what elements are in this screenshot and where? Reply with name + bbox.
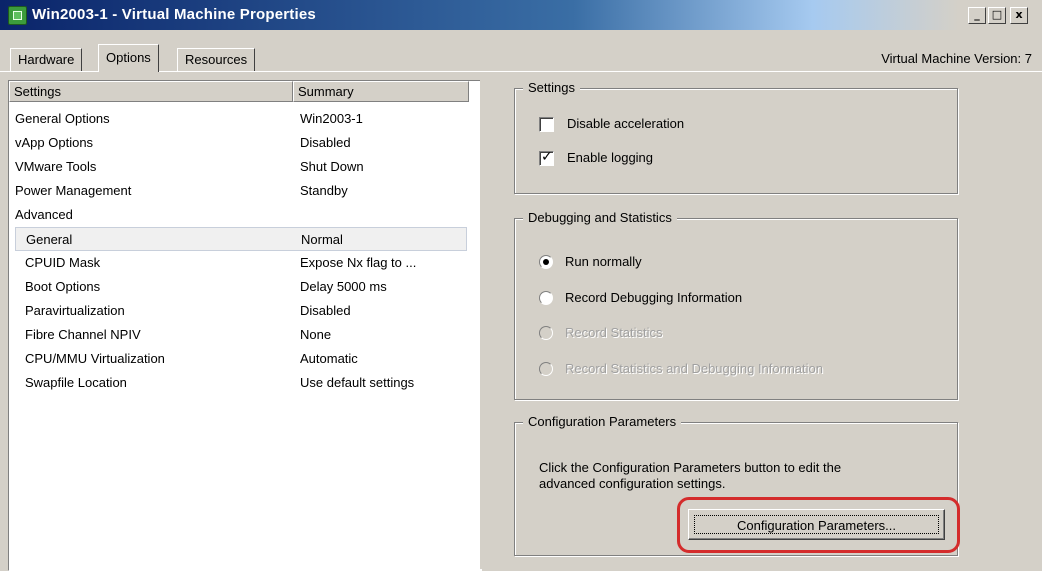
row-setting: Power Management bbox=[15, 183, 132, 198]
list-row-swapfile-location[interactable]: Swapfile Location Use default settings bbox=[9, 371, 469, 395]
vm-icon bbox=[8, 6, 27, 25]
list-header: Settings Summary bbox=[9, 81, 481, 102]
list-row-advanced[interactable]: Advanced bbox=[9, 203, 469, 227]
configuration-parameters-button-label: Configuration Parameters... bbox=[694, 515, 939, 534]
row-summary: Standby bbox=[300, 183, 348, 198]
configuration-parameters-button[interactable]: Configuration Parameters... bbox=[688, 509, 945, 540]
settings-list[interactable]: Settings Summary General Options Win2003… bbox=[8, 80, 482, 571]
list-row-vapp-options[interactable]: vApp Options Disabled bbox=[9, 131, 469, 155]
column-header-summary[interactable]: Summary bbox=[293, 81, 469, 102]
settings-group: Settings Disable acceleration ✓ Enable l… bbox=[514, 80, 958, 194]
row-setting: Fibre Channel NPIV bbox=[25, 327, 141, 342]
row-summary: Expose Nx flag to ... bbox=[300, 255, 417, 270]
settings-group-title: Settings bbox=[523, 80, 580, 95]
record-statistics-debugging-label: Record Statistics and Debugging Informat… bbox=[565, 361, 823, 376]
config-group-title: Configuration Parameters bbox=[523, 414, 682, 429]
row-setting: VMware Tools bbox=[15, 159, 97, 174]
minimize-icon[interactable]: _ bbox=[968, 7, 986, 24]
row-setting: CPUID Mask bbox=[25, 255, 101, 270]
row-summary: Win2003-1 bbox=[300, 111, 363, 126]
row-setting: vApp Options bbox=[15, 135, 94, 150]
list-row-fibre-channel-npiv[interactable]: Fibre Channel NPIV None bbox=[9, 323, 469, 347]
config-description-line-1: Click the Configuration Parameters butto… bbox=[539, 460, 842, 475]
close-icon[interactable]: x bbox=[1010, 7, 1028, 24]
list-row-cpuid-mask[interactable]: CPUID Mask Expose Nx flag to ... bbox=[9, 251, 469, 275]
list-row-boot-options[interactable]: Boot Options Delay 5000 ms bbox=[9, 275, 469, 299]
disable-acceleration-checkbox[interactable] bbox=[539, 117, 554, 132]
row-summary: Automatic bbox=[300, 351, 358, 366]
title-bar: Win2003-1 - Virtual Machine Properties _… bbox=[0, 0, 1042, 30]
radio-selected-icon bbox=[543, 259, 549, 265]
maximize-icon[interactable]: □ bbox=[988, 7, 1006, 24]
row-setting: General Options bbox=[15, 111, 110, 126]
row-summary: Disabled bbox=[300, 303, 351, 318]
record-statistics-debugging-radio bbox=[539, 362, 553, 376]
row-summary: Disabled bbox=[300, 135, 351, 150]
run-normally-label[interactable]: Run normally bbox=[565, 254, 642, 269]
debugging-group-title: Debugging and Statistics bbox=[523, 210, 677, 225]
list-row-general[interactable]: General Normal bbox=[15, 227, 467, 251]
list-row-vmware-tools[interactable]: VMware Tools Shut Down bbox=[9, 155, 469, 179]
vm-version-label: Virtual Machine Version: 7 bbox=[881, 51, 1032, 66]
row-summary: Normal bbox=[301, 232, 343, 247]
list-row-paravirtualization[interactable]: Paravirtualization Disabled bbox=[9, 299, 469, 323]
row-setting: Advanced bbox=[15, 207, 73, 222]
tab-hardware[interactable]: Hardware bbox=[10, 48, 83, 71]
list-row-power-management[interactable]: Power Management Standby bbox=[9, 179, 469, 203]
disable-acceleration-label[interactable]: Disable acceleration bbox=[567, 116, 684, 131]
row-summary: Delay 5000 ms bbox=[300, 279, 387, 294]
tab-resources[interactable]: Resources bbox=[177, 48, 256, 71]
row-setting: CPU/MMU Virtualization bbox=[25, 351, 165, 366]
record-statistics-label: Record Statistics bbox=[565, 325, 663, 340]
list-row-cpu-mmu-virtualization[interactable]: CPU/MMU Virtualization Automatic bbox=[9, 347, 469, 371]
config-description-line-2: advanced configuration settings. bbox=[539, 476, 726, 491]
row-setting: Paravirtualization bbox=[25, 303, 125, 318]
list-row-general-options[interactable]: General Options Win2003-1 bbox=[9, 107, 469, 131]
row-summary: Shut Down bbox=[300, 159, 364, 174]
row-setting: Boot Options bbox=[25, 279, 101, 294]
row-summary: None bbox=[300, 327, 332, 342]
record-debugging-radio[interactable] bbox=[539, 291, 553, 305]
record-statistics-radio bbox=[539, 326, 553, 340]
splitter[interactable] bbox=[480, 80, 486, 569]
run-normally-radio[interactable] bbox=[539, 255, 553, 269]
enable-logging-label[interactable]: Enable logging bbox=[567, 150, 653, 165]
row-setting: General bbox=[26, 232, 73, 247]
row-setting: Swapfile Location bbox=[25, 375, 127, 390]
tab-options[interactable]: Options bbox=[98, 44, 159, 72]
row-summary: Use default settings bbox=[300, 375, 415, 390]
debugging-statistics-group: Debugging and Statistics Run normally Re… bbox=[514, 210, 958, 400]
enable-logging-checkbox[interactable]: ✓ bbox=[539, 149, 554, 166]
column-header-settings[interactable]: Settings bbox=[9, 81, 293, 102]
check-icon: ✓ bbox=[541, 149, 553, 165]
window-title: Win2003-1 - Virtual Machine Properties bbox=[32, 6, 316, 23]
record-debugging-label[interactable]: Record Debugging Information bbox=[565, 290, 742, 305]
